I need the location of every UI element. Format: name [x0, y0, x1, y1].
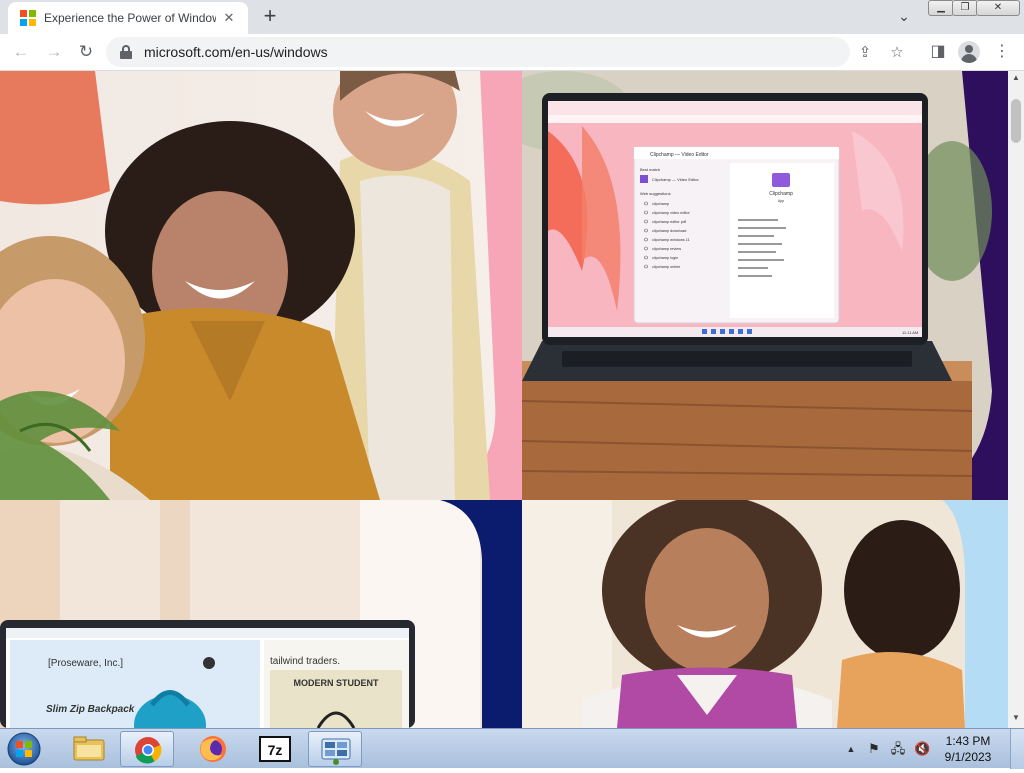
profile-avatar-icon[interactable] — [958, 41, 980, 63]
laptop-shopping-photo: [Proseware, Inc.] Slim Zip Backpack tail… — [0, 500, 522, 728]
reload-icon[interactable]: ↻ — [74, 40, 98, 64]
close-window-button[interactable]: ✕ — [976, 0, 1020, 16]
chrome-icon[interactable] — [120, 731, 174, 767]
share-icon[interactable]: ⇪ — [856, 44, 874, 62]
browser-tab[interactable]: Experience the Power of Windows 11 ✕ — [8, 2, 248, 34]
tab-strip: Experience the Power of Windows 11 ✕ + ⌄… — [0, 0, 1024, 34]
store-name: [Proseware, Inc.] — [48, 658, 123, 669]
start-button[interactable] — [4, 731, 44, 767]
windows-taskbar: 7z ▲ ⚑ 🖧 🔇 1:43 PM 9/1/2023 — [0, 728, 1024, 769]
url-text[interactable]: microsoft.com/en-us/windows — [144, 44, 328, 60]
suggestion-item: clipchamp editor pdf — [652, 220, 687, 224]
suggestion-item: clipchamp review — [652, 247, 681, 251]
scroll-down-arrow-icon[interactable]: ▼ — [1011, 713, 1021, 722]
panel-title: Clipchamp — Video Editor — [650, 152, 709, 158]
people-laughing-photo — [0, 71, 522, 500]
section-best: Best match — [640, 167, 660, 172]
new-tab-button[interactable]: + — [258, 5, 282, 29]
laptop-snap-layout-photo: Clipchamp — Video Editor Best match Clip… — [522, 71, 1008, 500]
suggestion-item: clipchamp login — [652, 256, 678, 260]
product-name: Slim Zip Backpack — [46, 704, 135, 715]
firefox-icon[interactable] — [186, 731, 240, 767]
bookmark-star-icon[interactable]: ☆ — [888, 44, 906, 62]
page-content: Clipchamp — Video Editor Best match Clip… — [0, 71, 1008, 728]
close-tab-icon[interactable]: ✕ — [220, 9, 238, 27]
preview-app-sub: App — [778, 199, 784, 203]
tab-label: tailwind traders. — [270, 656, 340, 667]
network-tray-icon[interactable]: 🖧 — [890, 741, 906, 757]
svg-text:7z: 7z — [268, 742, 283, 758]
suggestion-item: clipchamp download — [652, 229, 686, 233]
back-arrow-icon[interactable]: ← — [9, 40, 33, 64]
best-app: Clipchamp — Video Editor — [652, 177, 700, 182]
microsoft-logo-icon — [20, 10, 36, 26]
menu-kebab-icon[interactable]: ⋮ — [990, 40, 1014, 64]
page-scrollbar[interactable]: ▲ ▼ — [1008, 71, 1024, 728]
suggestion-item: clipchamp video editor — [652, 211, 691, 215]
minimize-button[interactable]: ▁ — [928, 0, 954, 16]
suggestion-item: clipchamp — [652, 202, 669, 206]
preview-app-name: Clipchamp — [769, 191, 793, 197]
file-explorer-icon[interactable] — [62, 731, 116, 767]
side-panel-icon[interactable]: ◨ — [926, 40, 950, 64]
lock-icon[interactable] — [120, 45, 132, 59]
clock-date: 9/1/2023 — [944, 750, 992, 764]
suggestion-item: clipchamp windows 11 — [652, 238, 690, 242]
system-clock[interactable]: 1:43 PM 9/1/2023 — [936, 733, 1000, 765]
7zip-icon[interactable]: 7z — [248, 731, 302, 767]
show-desktop-button[interactable] — [1010, 729, 1024, 769]
suggestion-item: clipchamp online — [652, 265, 680, 269]
banner-text: MODERN STUDENT — [294, 678, 380, 688]
tab-search-chevron-icon[interactable]: ⌄ — [894, 8, 914, 28]
address-bar[interactable]: microsoft.com/en-us/windows ⇪ ☆ — [106, 37, 904, 67]
scroll-thumb[interactable] — [1011, 99, 1021, 143]
browser-toolbar: ← → ↻ microsoft.com/en-us/windows ⇪ ☆ ◨ … — [0, 34, 1024, 71]
tray-expand-arrow-icon[interactable]: ▲ — [843, 741, 859, 757]
network-app-icon[interactable] — [308, 731, 362, 767]
action-center-flag-icon[interactable]: ⚑ — [866, 741, 882, 757]
restore-button[interactable]: ❐ — [952, 0, 978, 16]
tab-title: Experience the Power of Windows 11 — [44, 11, 216, 25]
scroll-up-arrow-icon[interactable]: ▲ — [1011, 73, 1021, 82]
forward-arrow-icon[interactable]: → — [42, 40, 66, 64]
clock-time: 1:43 PM — [945, 734, 991, 748]
laptop-clock: 11:11 AM — [902, 330, 918, 335]
section-web: Web suggestions — [640, 191, 671, 196]
woman-smiling-photo — [522, 500, 1008, 728]
volume-muted-icon[interactable]: 🔇 — [914, 741, 930, 757]
